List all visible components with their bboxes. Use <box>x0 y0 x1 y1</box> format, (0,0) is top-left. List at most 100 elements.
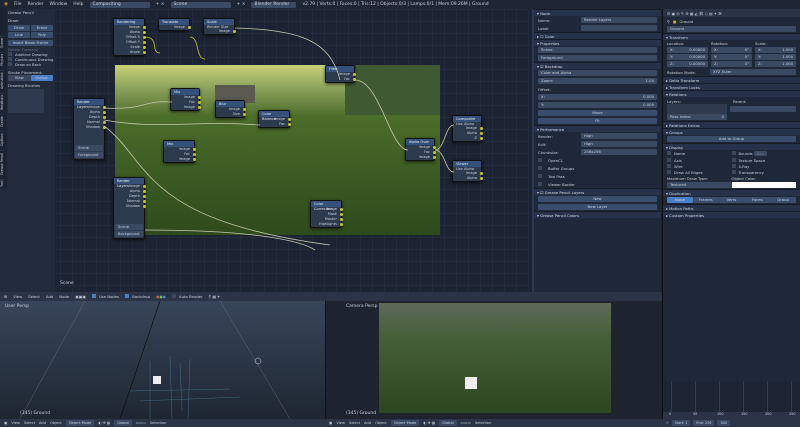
transform-locks-header[interactable]: ▸ Transform Locks <box>663 83 800 90</box>
current-frame-field[interactable]: 345 <box>717 420 730 426</box>
duplication-header[interactable]: ▾ Duplication <box>663 189 800 196</box>
display-axis-checkbox[interactable]: Axis <box>667 158 732 163</box>
timeline[interactable]: 0 50 100 150 200 250 <box>662 381 800 419</box>
node[interactable]: Blur Image Size <box>215 100 246 118</box>
layer-field[interactable]: Foreground <box>538 55 657 61</box>
brush-list[interactable] <box>8 89 44 113</box>
gp-colors-panel-header[interactable]: ▾ Grease Pencil Colors <box>534 211 661 218</box>
new-layer-button[interactable]: New Layer <box>538 204 657 210</box>
node-socket[interactable]: Fac <box>326 77 356 82</box>
editor-type-icon[interactable]: ▣ <box>329 421 332 425</box>
display-all-edges-checkbox[interactable]: Draw All Edges <box>667 170 732 175</box>
node-scene-field[interactable]: Scene <box>115 224 143 230</box>
menu-add[interactable]: Add <box>39 421 46 425</box>
node-socket[interactable]: Shadow <box>74 125 106 130</box>
node-scene-field[interactable]: Scene <box>75 145 103 151</box>
node[interactable]: Viewer Use Alpha Image Alpha <box>452 160 483 182</box>
max-draw-select[interactable]: Textured <box>667 182 732 188</box>
tab-grease-pencil[interactable]: Grease Pencil <box>0 150 4 176</box>
add-layout-icon[interactable]: + × <box>156 2 165 7</box>
scale-z[interactable]: Z: 1.000 <box>755 61 796 67</box>
tab-tool[interactable]: Tool <box>0 178 4 188</box>
node-label-field[interactable] <box>581 25 657 31</box>
delta-transform-header[interactable]: ▸ Delta Transform <box>663 76 800 83</box>
menu-window[interactable]: Window <box>50 2 68 7</box>
bounds-type-select[interactable]: Box <box>753 151 767 156</box>
editor-type-icon[interactable]: ⊞ <box>4 294 7 299</box>
motion-paths-header[interactable]: ▸ Motion Paths <box>663 204 800 211</box>
offset-y-field[interactable]: Y: 0.000 <box>538 102 657 108</box>
tab-scene[interactable]: Scene <box>0 35 4 49</box>
layer-buttons[interactable]: ▭▭▭ <box>461 421 471 425</box>
node-layer-field[interactable]: Foreground <box>75 152 103 158</box>
menu-render[interactable]: Render <box>27 2 43 7</box>
snap-select[interactable]: Selection <box>150 421 167 425</box>
render-quality-select[interactable]: High <box>581 133 657 139</box>
menu-select[interactable]: Select <box>28 294 40 299</box>
properties-panel-header[interactable]: ▾ Properties <box>534 39 661 46</box>
node-socket[interactable]: Shadow <box>114 204 146 209</box>
menu-node[interactable]: Node <box>59 294 69 299</box>
node-socket[interactable]: Z <box>453 136 483 141</box>
line-button[interactable]: Line <box>8 32 30 38</box>
opencl-checkbox[interactable]: OpenCL <box>534 156 661 164</box>
performance-panel-header[interactable]: ▾ Performance <box>534 125 661 132</box>
snap-select[interactable]: Selection <box>475 421 492 425</box>
tab-animation[interactable]: Animation <box>0 70 4 91</box>
viewport-user-persp[interactable]: User Persp (345) Ground <box>0 301 325 419</box>
edit-quality-select[interactable]: High <box>581 141 657 147</box>
placement-view[interactable]: View <box>8 75 31 81</box>
node-socket[interactable]: Image <box>204 29 236 34</box>
snap-icons[interactable]: ⚲ ▦ ⌖ <box>209 294 220 299</box>
menu-view[interactable]: View <box>11 421 20 425</box>
color-panel-header[interactable]: ▸ ☐ Color <box>534 32 661 39</box>
rotation-z[interactable]: Z: 0° <box>711 61 752 67</box>
dup-frames[interactable]: Frames <box>692 197 719 203</box>
display-bounds-checkbox[interactable]: Bounds Box <box>731 151 797 157</box>
custom-properties-header[interactable]: ▸ Custom Properties <box>663 211 800 218</box>
placement-cursor[interactable]: Cursor <box>30 75 53 81</box>
menu-view[interactable]: View <box>336 421 345 425</box>
node-layer-field[interactable]: Background <box>115 231 143 237</box>
display-texture-space-checkbox[interactable]: Texture Space <box>731 158 797 163</box>
scale-y[interactable]: Y: 1.000 <box>755 54 796 60</box>
orientation-select[interactable]: Global <box>439 420 457 426</box>
orientation-select[interactable]: Global <box>114 420 132 426</box>
fit-button[interactable]: Fit <box>538 118 657 124</box>
blender-logo-icon[interactable]: ◉ <box>4 2 8 7</box>
node-socket[interactable]: Highlights <box>311 222 343 227</box>
node-socket[interactable]: Image <box>171 105 201 110</box>
dup-group[interactable]: Group <box>770 197 796 203</box>
poly-button[interactable]: Poly <box>31 32 53 38</box>
node[interactable]: Rendering Image Alpha Offset X Offset Y Scale… <box>113 18 146 56</box>
menu-select[interactable]: Select <box>349 421 360 425</box>
node-socket[interactable]: Fac <box>259 122 291 127</box>
relations-header[interactable]: ▾ Relations <box>663 90 800 97</box>
display-transparency-checkbox[interactable]: Transparency <box>731 170 797 175</box>
scene-field[interactable]: Scene <box>538 47 657 53</box>
menu-object[interactable]: Object <box>50 421 62 425</box>
editor-type-icon[interactable]: ⏱ <box>666 421 669 425</box>
auto-render-checkbox[interactable]: Auto Render <box>172 294 203 299</box>
node[interactable]: Alpha Over Image Fac Image <box>405 138 436 161</box>
add-scene-icon[interactable]: + × <box>237 2 246 7</box>
properties-tabs[interactable]: ☰ ▣ ◎ ✎ ⚙ ▦ ◭ ⛓ ◇ ▤ ✦ ⌘ <box>663 9 800 17</box>
layers-grid[interactable] <box>667 104 727 114</box>
tab-physics[interactable]: Physics <box>0 52 4 68</box>
menu-view[interactable]: View <box>13 294 22 299</box>
rotation-mode-select[interactable]: XYZ Euler <box>710 69 796 75</box>
render-engine-selector[interactable]: Blender Render <box>251 1 297 8</box>
menu-help[interactable]: Help <box>73 2 83 7</box>
chunksize-select[interactable]: 256x256 <box>581 149 657 155</box>
shading-icons[interactable]: ◐ ✥ ▦ <box>98 421 110 425</box>
dup-none[interactable]: None <box>667 197 693 203</box>
object-color-swatch[interactable] <box>731 182 796 188</box>
display-header[interactable]: ▾ Display <box>663 143 800 150</box>
node[interactable]: Composite Use Alpha Image Alpha Z <box>452 115 483 142</box>
node[interactable]: Render Layers Image Alpha Depth Normal Shadow… <box>73 98 106 160</box>
node[interactable]: Mix Image Fac Image <box>170 88 201 111</box>
node[interactable]: Color Balance Image Fac <box>258 110 291 128</box>
node-socket[interactable]: Image <box>159 25 191 30</box>
end-frame-field[interactable]: End: 250 <box>693 420 715 426</box>
node[interactable]: Scale Render Size Image <box>203 18 236 35</box>
